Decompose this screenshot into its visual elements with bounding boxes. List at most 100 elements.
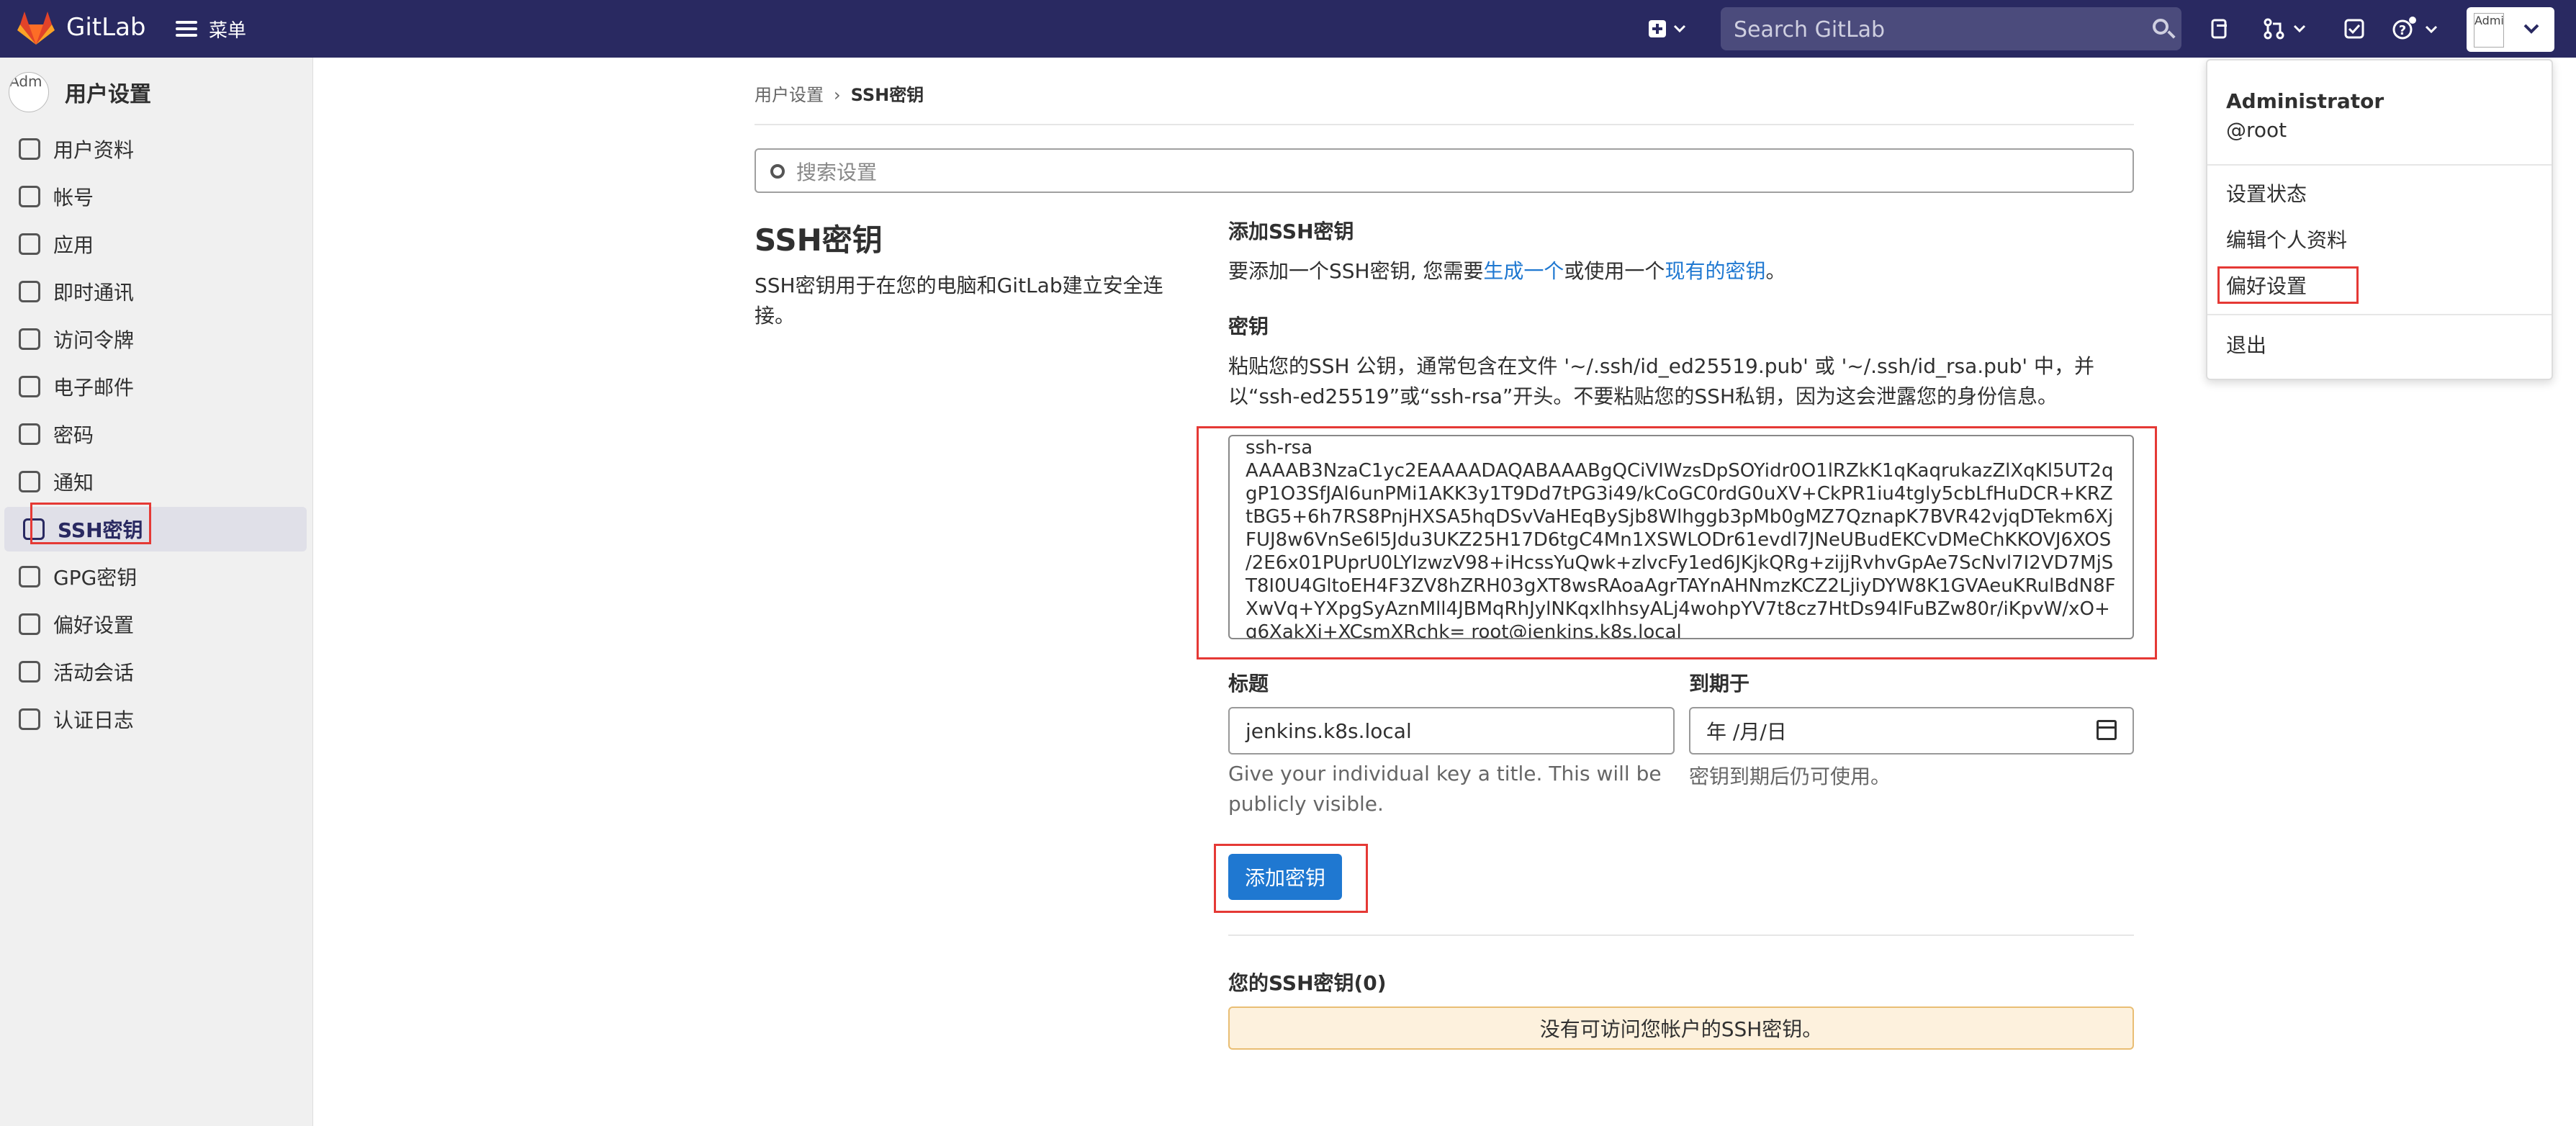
- sidebar-item-label: 应用: [53, 233, 94, 257]
- sidebar-item-label: 用户资料: [53, 138, 135, 162]
- sidebar-item-key-9[interactable]: GPG密钥: [0, 554, 307, 599]
- title-input[interactable]: jenkins.k8s.local: [1228, 707, 1675, 755]
- title-label: 标题: [1228, 672, 1269, 695]
- menu-button[interactable]: 菜单: [176, 14, 246, 43]
- preferences-icon: [19, 613, 40, 635]
- highlight-box: [1197, 426, 2157, 659]
- sidebar-item-account-1[interactable]: 帐号: [0, 174, 307, 219]
- key-help-text: 粘贴您的SSH 公钥，通常包含在文件 '~/.ssh/id_ed25519.pu…: [1228, 354, 2095, 408]
- add-key-intro: 要添加一个SSH密钥, 您需要生成一个或使用一个现有的密钥。: [1228, 256, 1785, 287]
- sidebar-item-apps-2[interactable]: 应用: [0, 222, 307, 266]
- user-username[interactable]: @root: [2226, 118, 2287, 142]
- merge-requests-button[interactable]: [2261, 14, 2312, 43]
- sidebar-item-label: 偏好设置: [53, 613, 135, 637]
- mail-icon: [19, 376, 40, 397]
- expires-date-input[interactable]: 年 /月/日: [1689, 707, 2134, 755]
- sidebar-item-chat-3[interactable]: 即时通讯: [0, 269, 307, 314]
- user-dropdown-menu: Administrator @root 设置状态 编辑个人资料 偏好设置 退出: [2206, 59, 2553, 380]
- search-icon: [770, 164, 785, 179]
- todos-button[interactable]: [2340, 14, 2369, 43]
- sidebar-item-label: 访问令牌: [53, 328, 135, 352]
- generate-key-link[interactable]: 生成一个: [1483, 259, 1564, 283]
- intro-text: 或使用一个: [1564, 259, 1665, 283]
- highlight-box: [2217, 266, 2359, 304]
- your-keys-heading: 您的SSH密钥(0): [1228, 971, 1387, 995]
- intro-text: 要添加一个SSH密钥, 您需要: [1228, 259, 1484, 283]
- global-search[interactable]: [1721, 7, 2181, 50]
- breadcrumb: 用户设置 › SSH密钥: [755, 81, 924, 106]
- sidebar-item-label: 电子邮件: [53, 376, 135, 400]
- breadcrumb-separator: ›: [834, 85, 841, 105]
- app-name[interactable]: GitLab: [66, 13, 145, 42]
- gitlab-logo-icon[interactable]: [17, 10, 55, 46]
- existing-key-link[interactable]: 现有的密钥: [1665, 259, 1765, 283]
- sign-out-item[interactable]: 退出: [2226, 330, 2266, 359]
- merge-request-icon: [2264, 18, 2306, 40]
- user-display-name[interactable]: Administrator: [2226, 89, 2384, 113]
- key-icon: [19, 566, 40, 587]
- user-icon: [19, 138, 40, 160]
- sidebar-header[interactable]: Adm 用户设置: [9, 72, 151, 112]
- sidebar-item-bell-7[interactable]: 通知: [0, 459, 307, 504]
- hamburger-icon: [176, 17, 197, 40]
- log-icon: [19, 708, 40, 730]
- divider: [2207, 164, 2552, 166]
- sidebar-item-label: 即时通讯: [53, 281, 135, 305]
- sidebar-item-label: 密码: [53, 423, 94, 447]
- user-menu-button[interactable]: Adminis: [2467, 7, 2554, 52]
- account-icon: [19, 186, 40, 207]
- apps-icon: [19, 233, 40, 255]
- highlight-box: [30, 503, 151, 544]
- key-label: 密钥: [1228, 315, 1269, 338]
- intro-text: 。: [1765, 259, 1786, 283]
- sidebar-item-preferences-10[interactable]: 偏好设置: [0, 602, 307, 647]
- plus-square-icon: [1649, 20, 1686, 37]
- menu-label: 菜单: [209, 19, 247, 42]
- page-title: SSH密钥: [755, 222, 883, 258]
- sidebar-item-log-12[interactable]: 认证日志: [0, 697, 307, 742]
- search-icon: [2153, 19, 2169, 35]
- edit-profile-item[interactable]: 编辑个人资料: [2226, 225, 2347, 253]
- sidebar-item-mail-5[interactable]: 电子邮件: [0, 364, 307, 409]
- new-item-button[interactable]: [1643, 14, 1693, 43]
- calendar-icon[interactable]: [2097, 720, 2117, 740]
- lock-icon: [19, 423, 40, 445]
- monitor-icon: [19, 661, 40, 683]
- breadcrumb-current: SSH密钥: [850, 85, 924, 105]
- global-search-input[interactable]: [1732, 14, 2138, 45]
- empty-keys-alert: 没有可访问您帐户的SSH密钥。: [1228, 1006, 2134, 1050]
- sidebar-item-token-4[interactable]: 访问令牌: [0, 317, 307, 361]
- help-icon: ?: [2392, 17, 2438, 40]
- chat-icon: [19, 281, 40, 302]
- expires-hint: 密钥到期后仍可使用。: [1689, 765, 1891, 788]
- svg-text:?: ?: [2399, 23, 2406, 38]
- divider: [1228, 934, 2134, 936]
- sidebar-title: 用户设置: [65, 82, 151, 107]
- issues-button[interactable]: [2206, 14, 2235, 43]
- chevron-down-icon: [2523, 24, 2539, 34]
- section-description: SSH密钥用于在您的电脑和GitLab建立安全连接。: [755, 274, 1163, 328]
- settings-search[interactable]: [755, 148, 2134, 193]
- bell-icon: [19, 471, 40, 492]
- sidebar-item-lock-6[interactable]: 密码: [0, 412, 307, 456]
- title-hint: Give your individual key a title. This w…: [1228, 762, 1662, 816]
- breadcrumb-parent[interactable]: 用户设置: [755, 85, 824, 105]
- settings-search-input[interactable]: [795, 158, 2094, 186]
- add-key-heading: 添加SSH密钥: [1228, 220, 1354, 243]
- sidebar-item-label: GPG密钥: [53, 566, 138, 590]
- sidebar-item-label: 通知: [53, 471, 94, 495]
- sidebar-item-label: 帐号: [53, 186, 94, 210]
- sidebar-item-label: 认证日志: [53, 708, 135, 732]
- todo-check-icon: [2344, 19, 2364, 39]
- date-placeholder: 年 /月/日: [1706, 720, 1787, 744]
- token-icon: [19, 328, 40, 350]
- set-status-item[interactable]: 设置状态: [2226, 179, 2307, 207]
- sidebar-item-user-0[interactable]: 用户资料: [0, 127, 307, 171]
- sidebar-item-monitor-11[interactable]: 活动会话: [0, 649, 307, 694]
- top-navbar: GitLab 菜单 ?: [0, 0, 2576, 58]
- expires-label: 到期于: [1689, 672, 1750, 695]
- avatar: Adminis: [2474, 13, 2504, 48]
- help-button[interactable]: ?: [2389, 14, 2446, 43]
- divider: [755, 124, 2134, 125]
- divider: [2207, 314, 2552, 315]
